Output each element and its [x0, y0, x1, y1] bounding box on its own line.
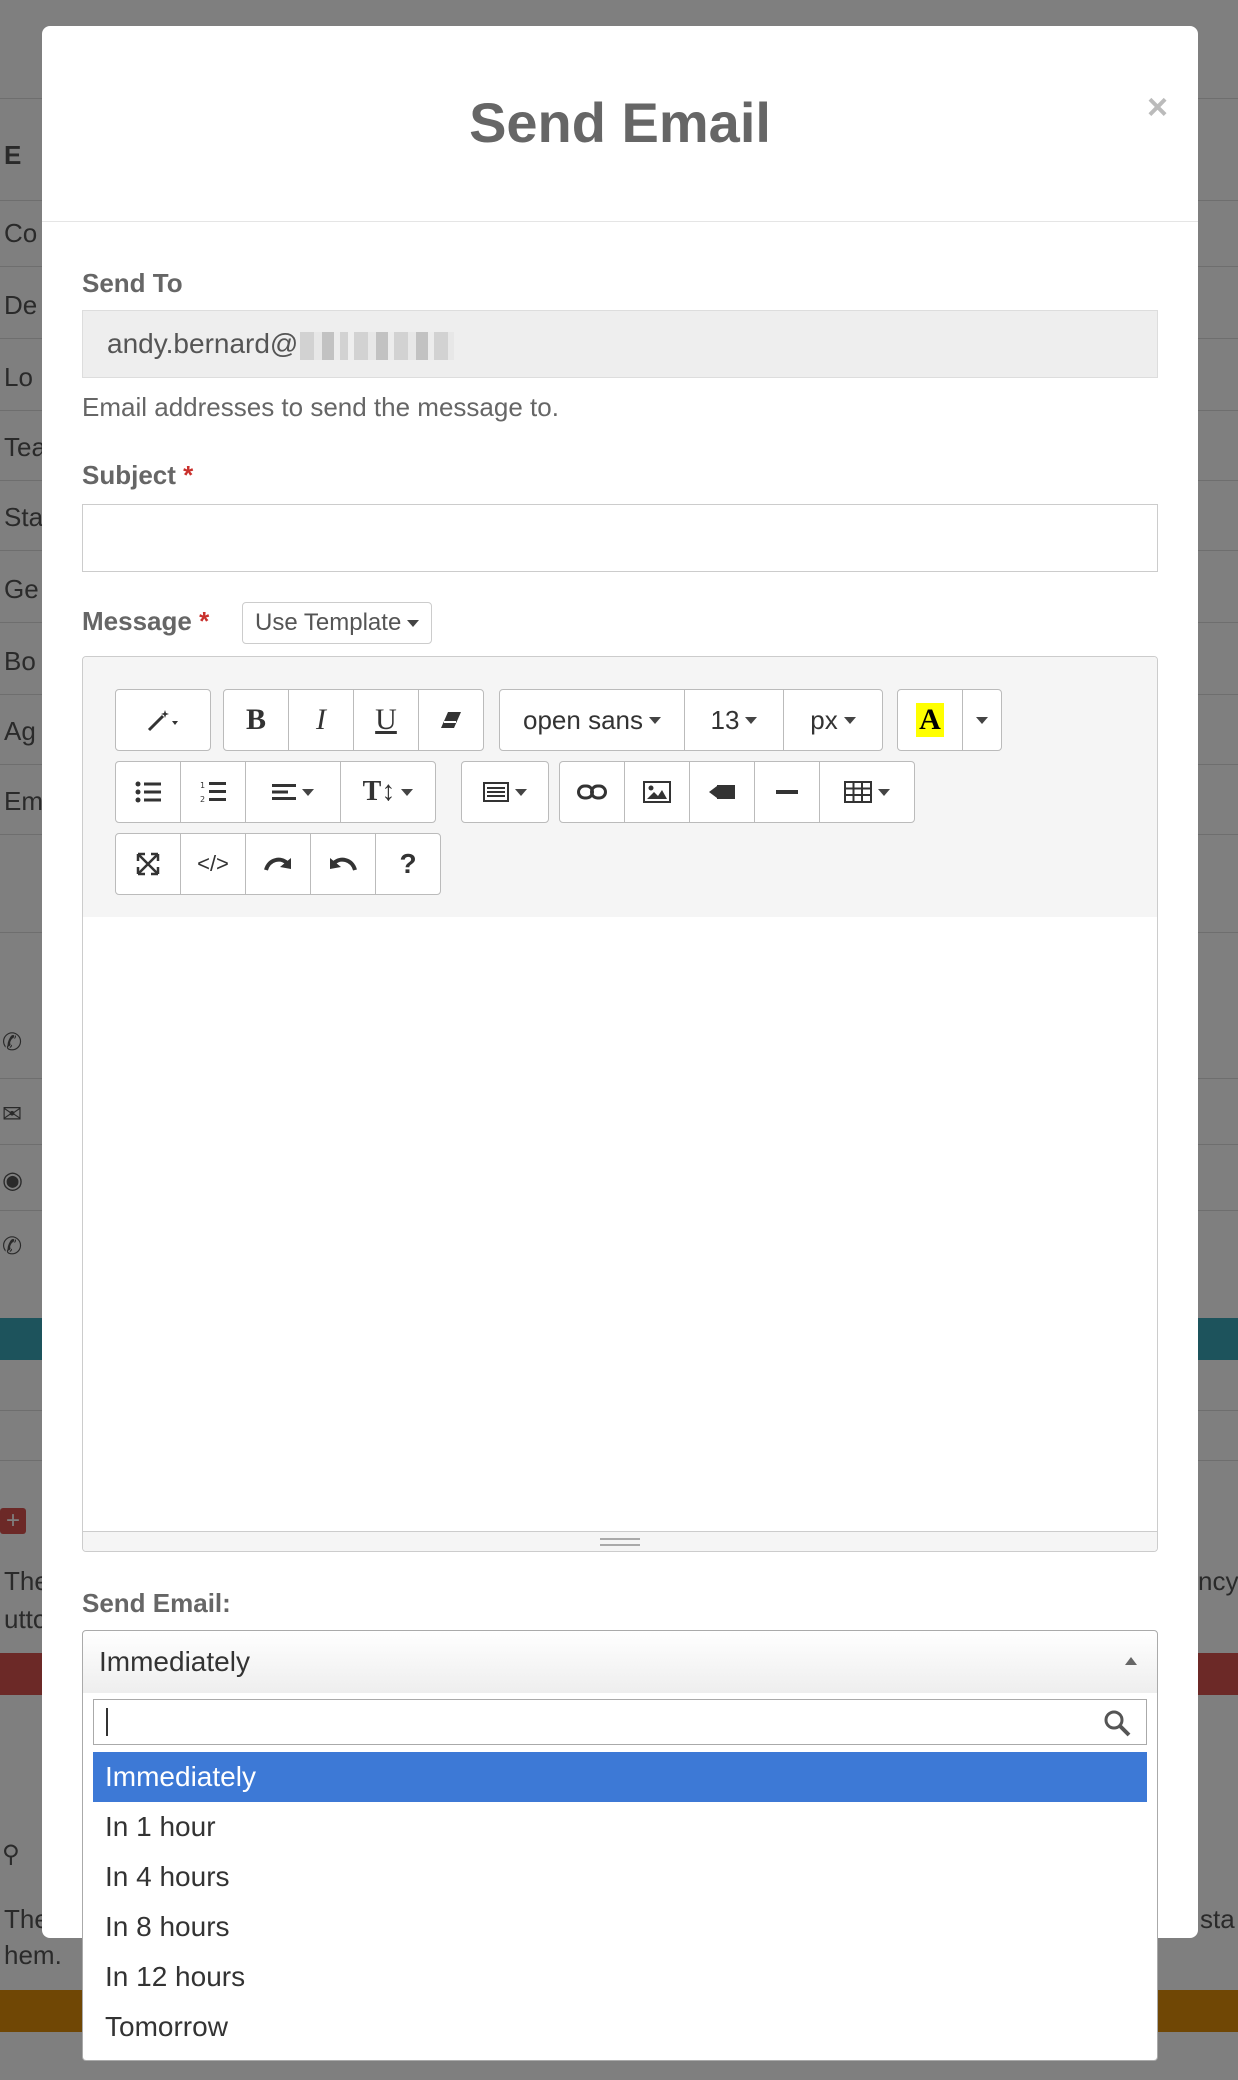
font-size-value: 13 [710, 704, 740, 735]
link-icon [577, 784, 607, 800]
message-label-text: Message [82, 606, 192, 636]
send-email-label: Send Email: [82, 1588, 231, 1618]
image-icon [643, 781, 671, 803]
required-marker: * [183, 460, 194, 490]
help-button[interactable]: ? [375, 833, 441, 895]
caret-down-icon [648, 716, 661, 724]
align-left-icon [272, 784, 296, 800]
font-unit-dropdown[interactable]: px [783, 689, 883, 751]
subject-label-text: Subject [82, 460, 176, 490]
dropdown-search-input[interactable] [93, 1699, 1147, 1745]
dropdown-option[interactable]: In 4 hours [93, 1852, 1147, 1902]
editor-resize-handle[interactable] [83, 1531, 1157, 1551]
send-to-value: andy.bernard@ [107, 328, 299, 359]
use-template-button[interactable]: Use Template [242, 602, 433, 644]
undo-icon [330, 857, 357, 871]
font-size-dropdown[interactable]: 13 [684, 689, 784, 751]
horizontal-rule-button[interactable] [754, 761, 820, 823]
paragraph-align-dropdown[interactable] [245, 761, 341, 823]
minus-icon [776, 790, 798, 794]
caret-up-icon [1125, 1657, 1137, 1665]
eraser-icon [441, 712, 461, 728]
send-to-help: Email addresses to send the message to. [82, 392, 559, 422]
caret-down-icon [401, 788, 414, 796]
color-letter-icon: A [916, 703, 944, 737]
search-icon [1104, 1710, 1131, 1737]
table-icon [844, 781, 872, 803]
code-icon: </> [197, 851, 229, 876]
question-icon: ? [399, 848, 417, 879]
caret-down-icon [843, 716, 856, 724]
expand-icon [136, 852, 160, 876]
editor-toolbar: B I U open sans 13 px A 12 T↕ </> ? [83, 657, 1157, 917]
redacted-domain [354, 331, 455, 360]
dropdown-option[interactable]: In 12 hours [93, 1952, 1147, 2002]
modal-title: Send Email [469, 91, 771, 154]
message-body-editable[interactable] [83, 917, 1157, 1531]
caret-down-icon [302, 788, 314, 796]
bullet-list-icon [135, 781, 161, 803]
subject-input[interactable] [82, 504, 1158, 572]
redo-button[interactable] [245, 833, 311, 895]
redacted-domain [300, 331, 349, 360]
text-cursor [106, 1708, 108, 1736]
send-to-field[interactable]: andy.bernard@ [82, 310, 1158, 378]
dropdown-option[interactable]: In 8 hours [93, 1902, 1147, 1952]
line-height-dropdown[interactable]: T↕ [340, 761, 436, 823]
video-icon [709, 785, 735, 799]
modal-header: Send Email × [42, 26, 1198, 222]
numbered-list-icon: 12 [200, 781, 226, 804]
caret-down-icon [407, 620, 420, 628]
caret-down-icon [515, 788, 527, 796]
send-email-select[interactable]: Immediately [82, 1630, 1158, 1694]
insert-link-button[interactable] [559, 761, 625, 823]
caret-down-icon [976, 716, 988, 724]
clear-format-button[interactable] [418, 689, 484, 751]
redo-icon [264, 857, 291, 871]
font-unit-value: px [810, 704, 838, 735]
use-template-label: Use Template [255, 609, 402, 636]
text-color-button[interactable]: A [897, 689, 963, 751]
caret-down-icon [745, 716, 758, 724]
insert-video-button[interactable] [689, 761, 755, 823]
italic-button[interactable]: I [288, 689, 354, 751]
message-editor: B I U open sans 13 px A 12 T↕ </> ? [82, 656, 1158, 1552]
insert-image-button[interactable] [624, 761, 690, 823]
ordered-list-button[interactable]: 12 [180, 761, 246, 823]
subject-label: Subject * [82, 460, 193, 491]
bold-button[interactable]: B [223, 689, 289, 751]
required-marker: * [199, 606, 210, 636]
caret-down-icon [878, 788, 890, 796]
send-email-selected-value: Immediately [99, 1646, 250, 1677]
underline-button[interactable]: U [353, 689, 419, 751]
text-height-icon: T↕ [362, 776, 396, 807]
font-family-value: open sans [523, 704, 643, 735]
style-button[interactable] [115, 689, 211, 751]
grip-icon [600, 1537, 640, 1546]
close-button[interactable]: × [1147, 86, 1168, 128]
svg-text:1: 1 [200, 781, 205, 790]
unordered-list-button[interactable] [115, 761, 181, 823]
code-view-button[interactable]: </> [180, 833, 246, 895]
insert-block-dropdown[interactable] [461, 761, 549, 823]
svg-text:2: 2 [200, 795, 205, 804]
dropdown-option[interactable]: Immediately [93, 1752, 1147, 1802]
message-label: Message * [82, 606, 209, 637]
send-email-dropdown: Immediately In 1 hour In 4 hours In 8 ho… [82, 1693, 1158, 2061]
fullscreen-button[interactable] [115, 833, 181, 895]
font-family-dropdown[interactable]: open sans [499, 689, 685, 751]
send-to-label: Send To [82, 268, 183, 298]
insert-table-dropdown[interactable] [819, 761, 915, 823]
dropdown-option[interactable]: In 1 hour [93, 1802, 1147, 1852]
color-dropdown-button[interactable] [962, 689, 1002, 751]
magic-wand-icon [147, 710, 178, 732]
dropdown-option[interactable]: Tomorrow [93, 2002, 1147, 2052]
list-alt-icon [483, 782, 509, 802]
undo-button[interactable] [310, 833, 376, 895]
